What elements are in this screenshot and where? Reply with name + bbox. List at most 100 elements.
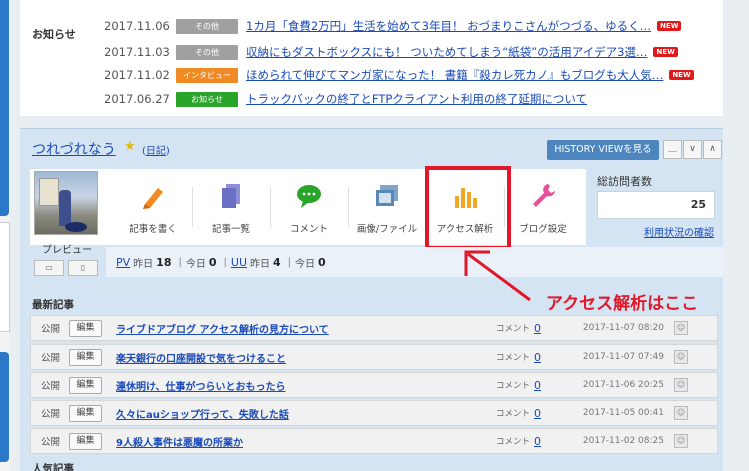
news-item: 2017.11.06 その他 1カ月「食費2万円」生活を始めて3年目！ おづまり… [104, 18, 682, 34]
post-status: 公開 [41, 324, 61, 335]
tool-label: 記事一覧 [211, 224, 250, 235]
news-badge: インタビュー [176, 67, 238, 83]
new-badge: NEW [657, 21, 682, 31]
post-title[interactable]: 連休明け、仕事がつらいとおもったら [116, 378, 496, 393]
news-title: お知らせ [32, 28, 76, 41]
tool-label: ブログ設定 [519, 224, 567, 235]
visitor-stats: 総訪問者数 25 利用状況の確認 [588, 169, 723, 245]
news-link[interactable]: トラックバックの終了とFTPクライアント利用の終了延期について [246, 91, 587, 107]
tool-label: コメント [289, 224, 328, 235]
preview-mobile-button[interactable]: ▯ [68, 260, 98, 276]
post-row: 公開 編集 ライブドアブログ アクセス解析の見方について コメント 0 2017… [30, 315, 718, 341]
post-title[interactable]: 久々にauショップ行って、失敗した話 [116, 406, 496, 421]
edit-button[interactable]: 編集 [69, 432, 102, 450]
comment-count[interactable]: 0 [534, 351, 574, 364]
uu-link[interactable]: UU [231, 256, 247, 269]
popular-posts-title: 人気記事 [32, 463, 74, 471]
comment-count[interactable]: 0 [534, 322, 574, 335]
news-panel: お知らせ 2017.11.06 その他 1カ月「食費2万円」生活を始めて3年目！… [20, 0, 723, 116]
tool-comments[interactable]: コメント [272, 169, 346, 245]
blog-thumbnail[interactable] [34, 171, 98, 235]
edit-button[interactable]: 編集 [69, 404, 102, 422]
edit-button[interactable]: 編集 [69, 376, 102, 394]
pv-link[interactable]: PV [116, 256, 130, 269]
tool-images-files[interactable]: 画像/ファイル [350, 169, 424, 245]
blog-title[interactable]: つれづれなう [32, 139, 116, 159]
annotation-highlight-box [425, 166, 511, 250]
post-status: 公開 [41, 437, 61, 448]
document-icon [222, 184, 240, 208]
move-down-button[interactable]: ∨ [683, 140, 702, 159]
left-sidebar-tab-top[interactable] [0, 0, 9, 216]
news-date: 2017.11.03 [104, 45, 170, 59]
blog-category: (日記) [142, 146, 170, 157]
news-date: 2017.11.02 [104, 68, 170, 82]
left-sidebar-tab-bottom[interactable] [0, 352, 9, 462]
news-item: 2017.11.02 インタビュー ほめられて伸びてマンガ家になった！ 書籍『殺… [104, 67, 694, 83]
move-up-button[interactable]: ∧ [703, 140, 722, 159]
uu-today: 0 [318, 255, 326, 269]
post-status: 公開 [41, 381, 61, 392]
news-badge: その他 [176, 44, 238, 60]
minimize-button[interactable]: ＿ [663, 140, 682, 159]
recent-posts-title: 最新記事 [32, 299, 74, 311]
tool-blog-settings[interactable]: ブログ設定 [506, 169, 580, 245]
face-icon[interactable]: ☺ [674, 434, 688, 448]
visitor-count: 25 [597, 191, 715, 219]
post-date: 2017-11-07 08:20 [582, 323, 664, 333]
pv-today: 0 [208, 255, 217, 269]
news-link[interactable]: 1カ月「食費2万円」生活を始めて3年目！ おづまりこさんがつづる、ゆるく… [246, 18, 651, 34]
preview-pc-button[interactable]: ▭ [34, 260, 64, 276]
post-date: 2017-11-05 00:41 [582, 408, 664, 418]
tool-post-list[interactable]: 記事一覧 [194, 169, 268, 245]
post-date: 2017-11-02 08:25 [582, 436, 664, 446]
uu-yesterday: 4 [273, 255, 281, 269]
post-date: 2017-11-07 07:49 [582, 352, 664, 362]
post-title[interactable]: 9人殺人事件は悪魔の所業か [116, 434, 496, 449]
comment-count[interactable]: 0 [534, 435, 574, 448]
new-badge: NEW [669, 70, 694, 80]
left-sidebar-box [0, 222, 10, 332]
post-row: 公開 編集 連休明け、仕事がつらいとおもったら コメント 0 2017-11-0… [30, 372, 718, 398]
face-icon[interactable]: ☺ [674, 378, 688, 392]
post-title[interactable]: ライブドアブログ アクセス解析の見方について [116, 321, 496, 336]
post-row: 公開 編集 9人殺人事件は悪魔の所業か コメント 0 2017-11-02 08… [30, 428, 718, 454]
news-item: 2017.06.27 お知らせ トラックバックの終了とFTPクライアント利用の終… [104, 91, 587, 107]
post-date: 2017-11-06 20:25 [582, 380, 664, 390]
image-icon [376, 185, 398, 206]
news-badge: お知らせ [176, 91, 238, 107]
tool-label: 記事を書く [129, 224, 177, 235]
post-row: 公開 編集 楽天銀行の口座開設で気をつけること コメント 0 2017-11-0… [30, 344, 718, 370]
face-icon[interactable]: ☺ [674, 350, 688, 364]
star-icon[interactable]: ★ [124, 139, 136, 154]
blog-category-link[interactable]: 日記 [146, 146, 166, 157]
visitor-count-label: 総訪問者数 [597, 175, 652, 188]
new-badge: NEW [653, 47, 678, 57]
comment-icon [297, 185, 321, 208]
left-sidebar-edge [0, 0, 10, 471]
post-row: 公開 編集 久々にauショップ行って、失敗した話 コメント 0 2017-11-… [30, 400, 718, 426]
tool-label: 画像/ファイル [356, 224, 418, 235]
tool-write-post[interactable]: 記事を書く [116, 169, 190, 245]
news-badge: その他 [176, 18, 238, 34]
preview-label: プレビュー [42, 245, 92, 256]
news-link[interactable]: ほめられて伸びてマンガ家になった！ 書籍『殺カレ死カノ』もブログも大人気… [246, 67, 663, 83]
comment-count[interactable]: 0 [534, 407, 574, 420]
access-stats-bar: PV 昨日 18 | 今日 0 | UU 昨日 4 | 今日 0 [106, 247, 723, 277]
post-status: 公開 [41, 409, 61, 420]
usage-status-link[interactable]: 利用状況の確認 [644, 224, 714, 239]
face-icon[interactable]: ☺ [674, 321, 688, 335]
wrench-icon [533, 184, 555, 207]
news-date: 2017.06.27 [104, 92, 170, 106]
face-icon[interactable]: ☺ [674, 406, 688, 420]
pv-yesterday: 18 [156, 255, 172, 269]
post-title[interactable]: 楽天銀行の口座開設で気をつけること [116, 350, 496, 365]
post-status: 公開 [41, 353, 61, 364]
edit-button[interactable]: 編集 [69, 348, 102, 366]
comment-count[interactable]: 0 [534, 379, 574, 392]
news-link[interactable]: 収納にもダストボックスにも！ ついためてしまう“紙袋”の活用アイデア3選… [246, 44, 647, 60]
history-view-button[interactable]: HISTORY VIEWを見る [547, 140, 659, 160]
annotation-text: アクセス解析はここ [546, 294, 699, 314]
edit-button[interactable]: 編集 [69, 319, 102, 337]
pencil-icon [143, 188, 163, 209]
